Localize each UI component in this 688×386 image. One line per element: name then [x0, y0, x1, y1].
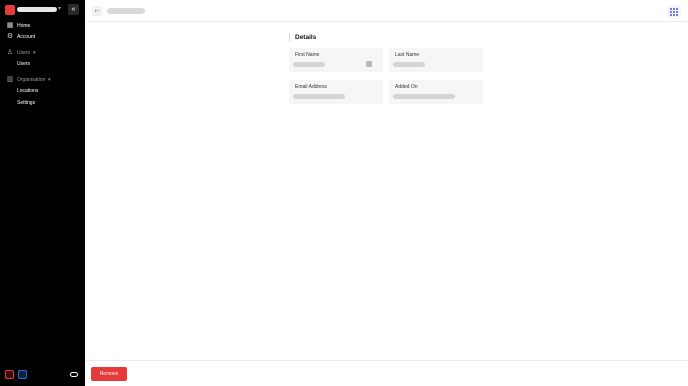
- email-address-field[interactable]: Email Address: [289, 80, 383, 104]
- field-label: First Name: [295, 52, 320, 58]
- sidebar-section-organisation[interactable]: ▥ Organisation ▾: [0, 75, 85, 86]
- page-title-placeholder: [107, 8, 145, 14]
- sidebar-item-label: Account: [17, 34, 36, 40]
- sidebar: ▾ « ▦ Home ⚙ Account ♙ Users ▾ Users ▥ O…: [0, 0, 85, 386]
- last-name-field[interactable]: Last Name: [389, 48, 483, 72]
- gear-icon: ⚙: [6, 33, 14, 40]
- sidebar-section-label: Users: [17, 50, 31, 56]
- sidebar-item-label: Home: [17, 23, 31, 29]
- section-divider: [289, 33, 290, 42]
- sidebar-footer: [0, 369, 85, 381]
- top-bar: ←: [85, 0, 688, 22]
- chevron-down-icon: ▾: [33, 50, 36, 56]
- toggle-icon[interactable]: [70, 372, 78, 377]
- collapse-sidebar-button[interactable]: «: [68, 4, 79, 15]
- sidebar-section-users[interactable]: ♙ Users ▾: [0, 48, 85, 59]
- alert-icon[interactable]: [5, 370, 14, 379]
- remove-button[interactable]: Remove: [91, 367, 127, 381]
- sidebar-item-account[interactable]: ⚙ Account: [0, 32, 85, 43]
- sidebar-item-label: Users: [17, 61, 31, 67]
- section-title: Details: [295, 34, 317, 41]
- sidebar-item-users[interactable]: Users: [0, 59, 85, 70]
- first-name-field[interactable]: First Name: [289, 48, 383, 72]
- field-value-placeholder: [293, 62, 325, 67]
- copy-icon[interactable]: [366, 61, 372, 67]
- field-value-placeholder: [393, 62, 425, 67]
- field-value-placeholder: [393, 94, 455, 99]
- chevron-down-icon: ▾: [48, 77, 51, 83]
- sidebar-item-locations[interactable]: Locations: [0, 86, 85, 97]
- info-icon[interactable]: [18, 370, 27, 379]
- field-value-placeholder: [293, 94, 345, 99]
- sidebar-section-label: Organisation: [17, 77, 46, 83]
- chevron-down-icon[interactable]: ▾: [58, 5, 64, 13]
- field-label: Email Address: [295, 84, 327, 90]
- field-label: Last Name: [395, 52, 420, 58]
- grid-icon: ▦: [6, 22, 14, 29]
- sidebar-item-home[interactable]: ▦ Home: [0, 21, 85, 32]
- sidebar-item-label: Settings: [17, 100, 36, 106]
- sidebar-item-label: Locations: [17, 88, 39, 94]
- brand-name-placeholder[interactable]: [17, 7, 57, 12]
- back-button[interactable]: ←: [92, 6, 102, 16]
- apps-menu-button[interactable]: [667, 5, 681, 19]
- building-icon: ▥: [6, 76, 14, 83]
- added-on-field[interactable]: Added On: [389, 80, 483, 104]
- footer-bar: Remove: [85, 360, 688, 386]
- sidebar-item-settings[interactable]: Settings: [0, 98, 85, 109]
- user-icon: ♙: [6, 49, 14, 56]
- field-label: Added On: [395, 84, 418, 90]
- brand-logo[interactable]: [5, 5, 15, 15]
